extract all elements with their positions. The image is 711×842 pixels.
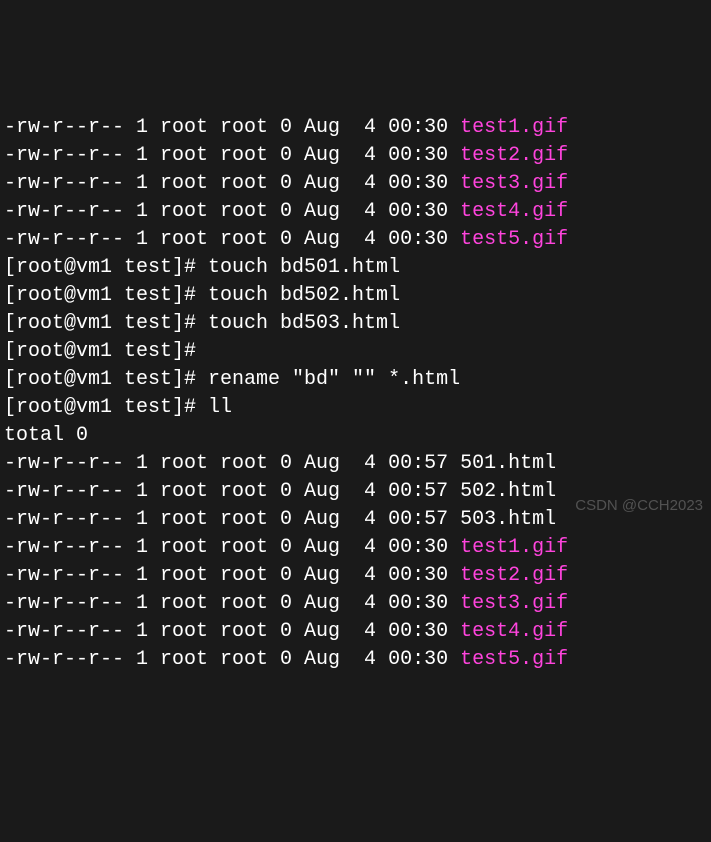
file-entry: -rw-r--r-- 1 root root 0 Aug 4 00:30 tes… [4,142,707,170]
total-line: total 0 [4,422,707,450]
command-text: touch bd501.html [196,256,400,279]
filename: test2.gif [460,144,568,167]
file-entry: -rw-r--r-- 1 root root 0 Aug 4 00:30 tes… [4,198,707,226]
prompt-line[interactable]: [root@vm1 test]# touch bd501.html [4,254,707,282]
shell-prompt: [root@vm1 test]# [4,256,196,279]
file-entry: -rw-r--r-- 1 root root 0 Aug 4 00:30 tes… [4,618,707,646]
prompt-line[interactable]: [root@vm1 test]# [4,338,707,366]
prompt-line[interactable]: [root@vm1 test]# touch bd503.html [4,310,707,338]
prompt-line[interactable]: [root@vm1 test]# ll [4,394,707,422]
filename: test5.gif [460,228,568,251]
prompt-line[interactable]: [root@vm1 test]# rename "bd" "" *.html [4,366,707,394]
file-entry: -rw-r--r-- 1 root root 0 Aug 4 00:30 tes… [4,646,707,674]
file-entry: -rw-r--r-- 1 root root 0 Aug 4 00:30 tes… [4,170,707,198]
filename: test3.gif [460,172,568,195]
file-entry: -rw-r--r-- 1 root root 0 Aug 4 00:30 tes… [4,562,707,590]
file-entry: -rw-r--r-- 1 root root 0 Aug 4 00:57 501… [4,450,707,478]
filename: test1.gif [460,116,568,139]
filename: test3.gif [460,592,568,615]
file-entry: -rw-r--r-- 1 root root 0 Aug 4 00:30 tes… [4,226,707,254]
filename: test2.gif [460,564,568,587]
filename: 503.html [460,508,556,531]
file-entry: -rw-r--r-- 1 root root 0 Aug 4 00:30 tes… [4,114,707,142]
terminal-output: -rw-r--r-- 1 root root 0 Aug 4 00:30 tes… [4,114,707,674]
filename: 502.html [460,480,556,503]
shell-prompt: [root@vm1 test]# [4,312,196,335]
command-text: ll [196,396,232,419]
shell-prompt: [root@vm1 test]# [4,284,196,307]
command-text: touch bd503.html [196,312,400,335]
shell-prompt: [root@vm1 test]# [4,340,196,363]
file-entry: -rw-r--r-- 1 root root 0 Aug 4 00:30 tes… [4,590,707,618]
prompt-line[interactable]: [root@vm1 test]# touch bd502.html [4,282,707,310]
filename: test4.gif [460,200,568,223]
shell-prompt: [root@vm1 test]# [4,368,196,391]
watermark: CSDN @CCH2023 [575,495,703,516]
filename: test5.gif [460,648,568,671]
filename: test1.gif [460,536,568,559]
file-entry: -rw-r--r-- 1 root root 0 Aug 4 00:30 tes… [4,534,707,562]
shell-prompt: [root@vm1 test]# [4,396,196,419]
command-text: rename "bd" "" *.html [196,368,460,391]
filename: 501.html [460,452,556,475]
command-text: touch bd502.html [196,284,400,307]
filename: test4.gif [460,620,568,643]
